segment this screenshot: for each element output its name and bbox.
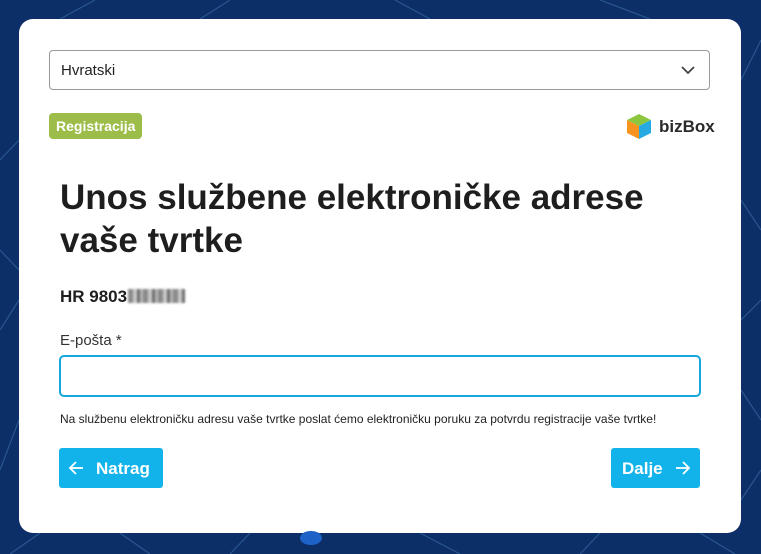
arrow-right-icon xyxy=(676,461,691,475)
back-button-label: Natrag xyxy=(96,459,150,478)
decorative-dot xyxy=(300,531,322,545)
email-label: E-pošta * xyxy=(60,332,122,349)
next-button-label: Dalje xyxy=(622,459,663,478)
oib-prefix: HR 9803 xyxy=(60,287,128,306)
cube-logo-icon xyxy=(627,114,651,139)
company-oib: HR 9803 xyxy=(60,287,186,307)
page-title: Unos službene elektroničke adrese vaše t… xyxy=(60,178,644,260)
brand-logo: bizBox xyxy=(625,112,715,140)
registration-card: Hvratski Registracija bizBox Unos službe… xyxy=(19,19,741,533)
brand-name: bizBox xyxy=(659,117,715,136)
back-button[interactable]: Natrag xyxy=(59,448,163,488)
oib-redacted xyxy=(128,289,186,303)
language-select[interactable]: Hvratski xyxy=(49,50,710,90)
email-input[interactable] xyxy=(59,355,701,397)
chevron-down-icon xyxy=(681,66,695,75)
language-select-value: Hvratski xyxy=(61,62,116,79)
arrow-left-icon xyxy=(68,461,83,475)
registration-badge: Registracija xyxy=(49,113,143,139)
help-text: Na službenu elektroničku adresu vaše tvr… xyxy=(60,412,657,426)
next-button[interactable]: Dalje xyxy=(611,448,700,488)
